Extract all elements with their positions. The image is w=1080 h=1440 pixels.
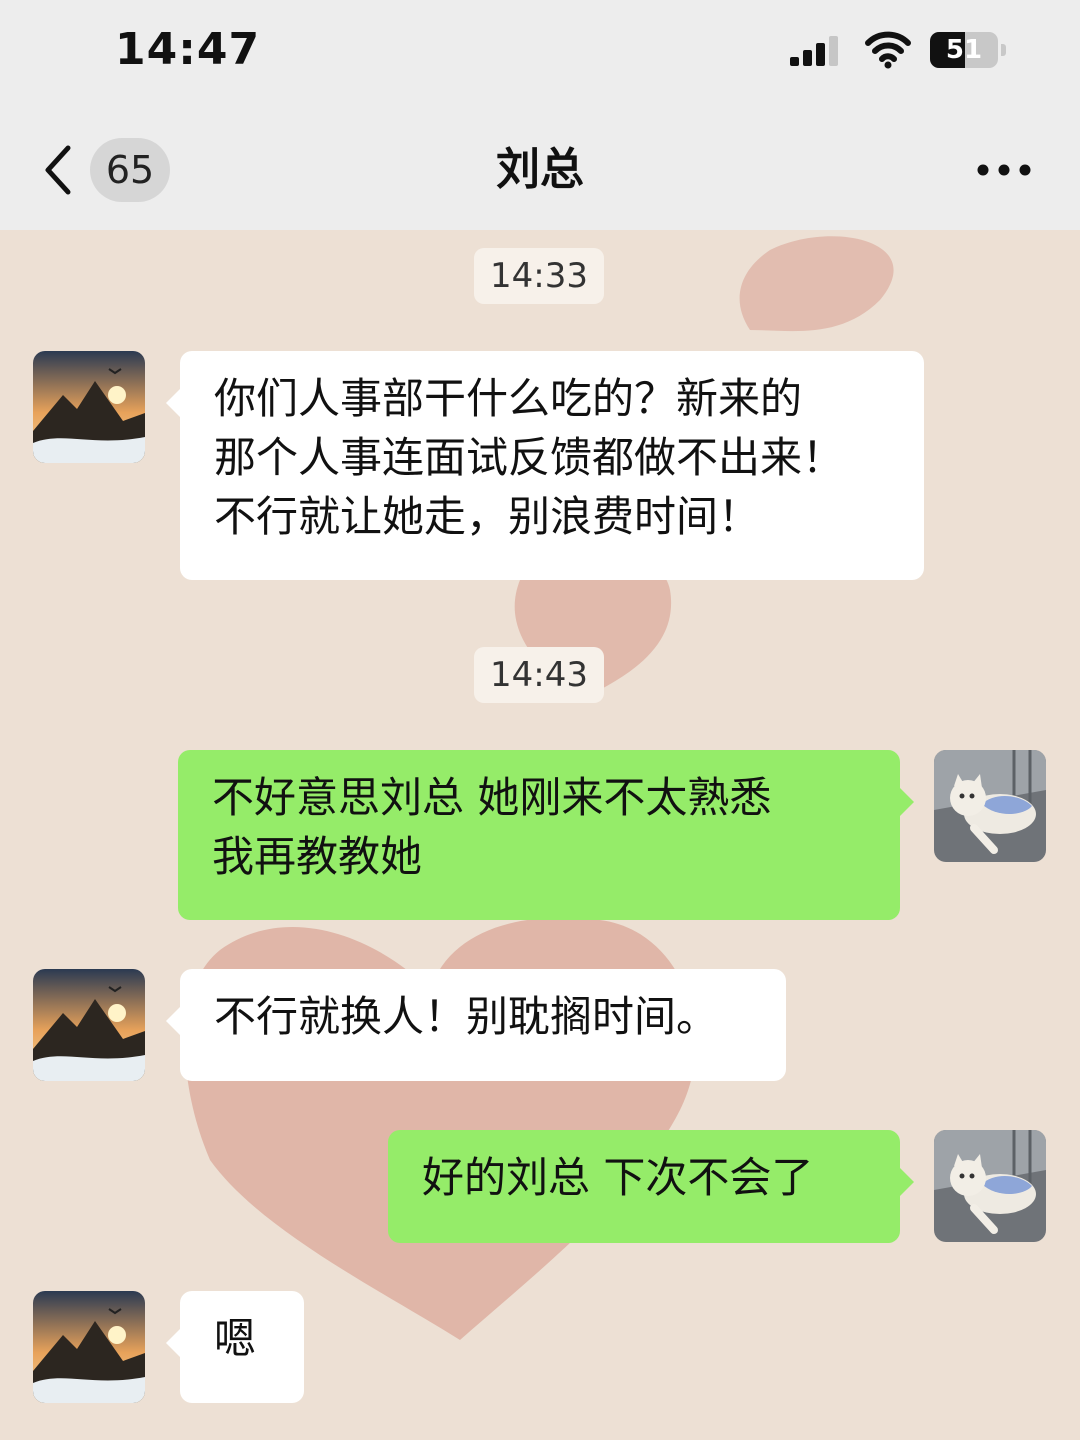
- battery-icon: 51: [930, 32, 1010, 70]
- wifi-icon: [865, 31, 911, 69]
- chevron-left-icon[interactable]: [40, 142, 76, 198]
- contact-avatar[interactable]: [33, 1291, 145, 1403]
- nav-bar: 65 刘总: [0, 100, 1080, 230]
- user-avatar[interactable]: [934, 750, 1046, 862]
- battery-body: 51: [930, 32, 998, 68]
- outgoing-message-bubble[interactable]: 好的刘总 下次不会了: [388, 1130, 914, 1243]
- battery-level: 51: [945, 35, 983, 65]
- contact-avatar[interactable]: [33, 969, 145, 1081]
- user-avatar[interactable]: [934, 1130, 1046, 1242]
- chat-area[interactable]: 14:33 你们人事部干什么吃的？新来的 那个人事连面试反馈都做不出来！ 不行就…: [0, 230, 1080, 1440]
- incoming-message-bubble[interactable]: 你们人事部干什么吃的？新来的 那个人事连面试反馈都做不出来！ 不行就让她走，别浪…: [166, 351, 924, 580]
- chat-title: 刘总: [496, 144, 584, 195]
- unread-count-badge[interactable]: 65: [90, 138, 170, 202]
- message-timestamp: 14:43: [474, 647, 604, 703]
- incoming-message-bubble[interactable]: 嗯: [166, 1291, 304, 1403]
- status-time: 14:47: [115, 24, 261, 75]
- status-bar: 14:47 51: [0, 0, 1080, 100]
- message-timestamp: 14:33: [474, 248, 604, 304]
- more-dots-icon[interactable]: [976, 162, 1032, 178]
- contact-avatar[interactable]: [33, 351, 145, 463]
- signal-icon: [790, 36, 838, 66]
- battery-tip: [1001, 44, 1006, 56]
- incoming-message-bubble[interactable]: 不行就换人！别耽搁时间。: [166, 969, 786, 1081]
- outgoing-message-bubble[interactable]: 不好意思刘总 她刚来不太熟悉 我再教教她: [178, 750, 914, 920]
